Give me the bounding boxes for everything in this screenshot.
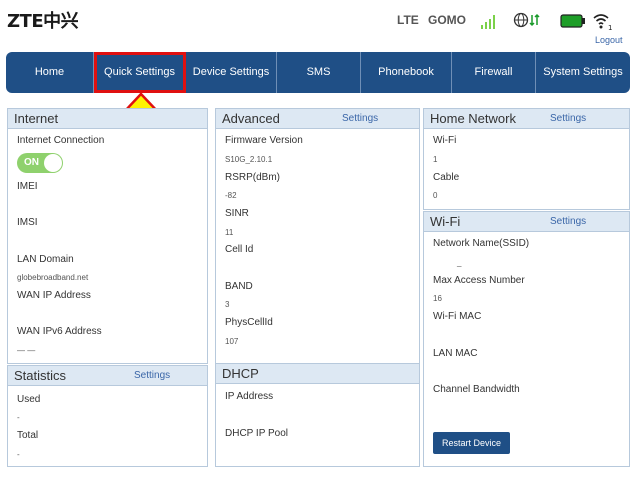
nav-device-settings[interactable]: Device Settings xyxy=(186,52,277,93)
nav-firewall[interactable]: Firewall xyxy=(452,52,536,93)
internet-globe-icon xyxy=(513,12,540,28)
dhcp-panel-header: DHCP xyxy=(216,364,419,384)
home-network-panel: Home Network Settings xyxy=(423,108,630,210)
signal-strength-icon xyxy=(481,15,495,29)
ssid-value: _ xyxy=(457,258,462,267)
wifi-mac-label: Wi-Fi MAC xyxy=(433,311,482,322)
lan-mac-label: LAN MAC xyxy=(433,348,478,359)
carrier-name: GOMO xyxy=(428,13,466,27)
channel-bandwidth-label: Channel Bandwidth xyxy=(433,384,520,395)
dhcp-ip-label: IP Address xyxy=(225,391,274,402)
wifi-title: Wi-Fi xyxy=(430,214,461,229)
statistics-title: Statistics xyxy=(14,368,67,383)
total-label: Total xyxy=(17,430,39,441)
restart-device-button[interactable]: Restart Device xyxy=(433,432,510,454)
band-value: 3 xyxy=(225,300,230,309)
physcellid-value: 107 xyxy=(225,337,239,346)
nav-quick-settings[interactable]: Quick Settings xyxy=(94,52,186,93)
wan-ip-label: WAN IP Address xyxy=(17,290,91,301)
lan-domain-label: LAN Domain xyxy=(17,254,74,265)
statistics-panel-header: Statistics Settings xyxy=(8,366,207,386)
nav-phonebook[interactable]: Phonebook xyxy=(361,52,452,93)
wifi-panel-header: Wi-Fi Settings xyxy=(424,212,629,232)
firmware-label: Firmware Version xyxy=(225,135,303,146)
battery-icon xyxy=(560,14,585,28)
statistics-panel: Statistics Settings xyxy=(7,365,208,467)
total-value: - xyxy=(17,450,20,459)
main-nav: Home Quick Settings Device Settings SMS … xyxy=(6,52,630,93)
wifi-icon: 1 xyxy=(593,14,612,31)
rsrp-value: -82 xyxy=(225,191,237,200)
statistics-settings-link[interactable]: Settings xyxy=(134,370,170,381)
lan-domain-value: globebroadband.net xyxy=(17,273,89,282)
imsi-label: IMSI xyxy=(17,217,38,228)
home-network-settings-link[interactable]: Settings xyxy=(550,113,586,124)
nav-system-settings[interactable]: System Settings xyxy=(536,52,630,93)
toggle-state: ON xyxy=(24,157,39,168)
wan-ipv6-value: — — xyxy=(17,346,36,355)
sinr-label: SINR xyxy=(225,208,249,219)
internet-connection-toggle[interactable]: ON xyxy=(17,153,63,173)
physcellid-label: PhysCellId xyxy=(225,317,273,328)
sinr-value: 11 xyxy=(225,228,234,237)
wifi-panel: Wi-Fi Settings xyxy=(423,211,630,467)
cable-value: 0 xyxy=(433,191,438,200)
toggle-knob xyxy=(44,154,62,172)
ssid-label: Network Name(SSID) xyxy=(433,238,530,249)
imei-label: IMEI xyxy=(17,181,38,192)
internet-connection-label: Internet Connection xyxy=(17,135,105,146)
dhcp-panel: DHCP xyxy=(215,363,420,467)
used-value: - xyxy=(17,413,20,422)
nav-home[interactable]: Home xyxy=(6,52,94,93)
dhcp-pool-label: DHCP IP Pool xyxy=(225,428,288,439)
advanced-settings-link[interactable]: Settings xyxy=(342,113,378,124)
advanced-title: Advanced xyxy=(222,111,280,126)
home-network-title: Home Network xyxy=(430,111,516,126)
max-access-value: 16 xyxy=(433,294,442,303)
cellid-label: Cell Id xyxy=(225,244,254,255)
nav-sms[interactable]: SMS xyxy=(277,52,361,93)
logout-link[interactable]: Logout xyxy=(595,35,623,45)
wifi-count: 1 xyxy=(608,24,612,31)
wifi-settings-link[interactable]: Settings xyxy=(550,216,586,227)
max-access-label: Max Access Number xyxy=(433,275,525,286)
rsrp-label: RSRP(dBm) xyxy=(225,172,281,183)
cable-label: Cable xyxy=(433,172,460,183)
zte-logo: ZTE中兴 xyxy=(7,11,79,32)
home-wifi-label: Wi-Fi xyxy=(433,135,457,146)
dhcp-title: DHCP xyxy=(222,366,259,381)
internet-title: Internet xyxy=(14,111,59,126)
network-type: LTE xyxy=(397,13,419,27)
wan-ipv6-label: WAN IPv6 Address xyxy=(17,326,102,337)
home-network-panel-header: Home Network Settings xyxy=(424,109,629,129)
used-label: Used xyxy=(17,394,41,405)
firmware-value: S10G_2.10.1 xyxy=(225,155,273,164)
advanced-panel-header: Advanced Settings xyxy=(216,109,419,129)
band-label: BAND xyxy=(225,281,253,292)
home-wifi-value: 1 xyxy=(433,155,438,164)
internet-panel-header: Internet xyxy=(8,109,207,129)
